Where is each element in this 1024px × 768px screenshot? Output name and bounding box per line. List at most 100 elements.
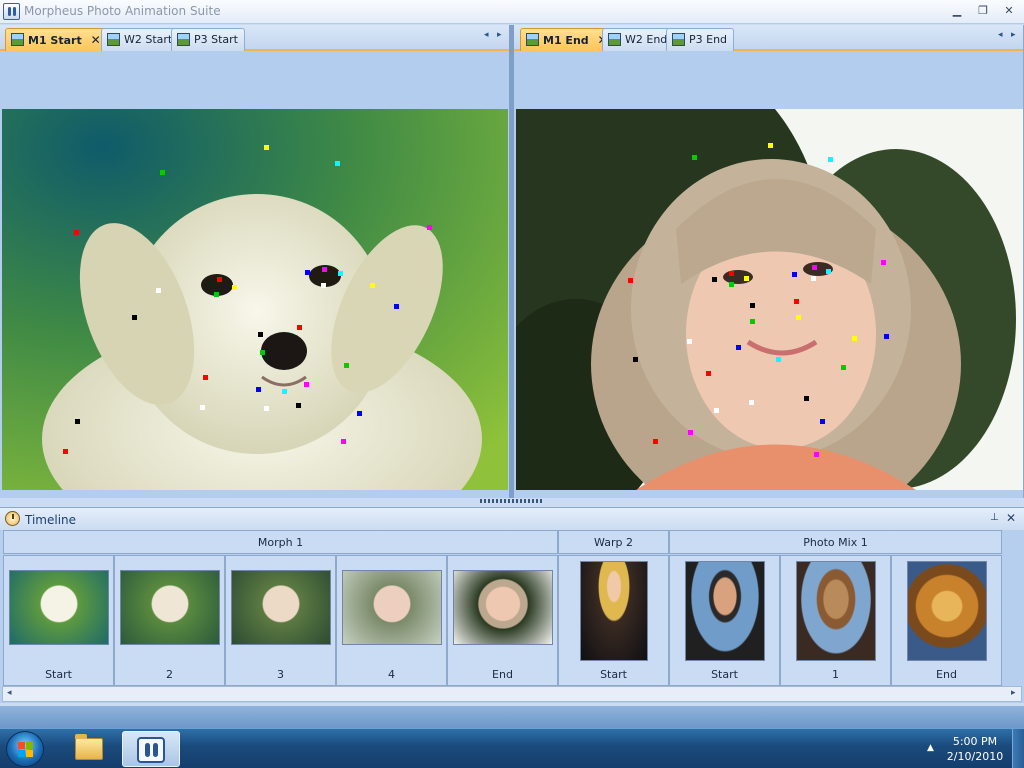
control-point[interactable] (203, 375, 208, 380)
tab-m1-end[interactable]: M1 End ✕ (520, 28, 615, 51)
control-point[interactable] (297, 325, 302, 330)
control-point[interactable] (884, 334, 889, 339)
frame-photomix-1[interactable]: 1 (780, 555, 891, 686)
app-icon[interactable] (3, 3, 20, 20)
control-point[interactable] (750, 319, 755, 324)
control-point[interactable] (296, 403, 301, 408)
tab-w2-start[interactable]: W2 Start (101, 28, 180, 51)
tabs-scroll-right-icon[interactable]: ▸ (1011, 30, 1021, 40)
girl-photo[interactable] (516, 109, 1023, 490)
frame-morph-2[interactable]: 2 (114, 555, 225, 686)
control-point[interactable] (305, 270, 310, 275)
show-desktop-button[interactable] (1012, 729, 1024, 768)
control-point[interactable] (750, 303, 755, 308)
control-point[interactable] (322, 267, 327, 272)
morpheus-taskbar-button[interactable] (122, 731, 180, 767)
control-point[interactable] (264, 145, 269, 150)
control-point[interactable] (744, 276, 749, 281)
control-point[interactable] (75, 419, 80, 424)
control-point[interactable] (217, 277, 222, 282)
control-point[interactable] (714, 408, 719, 413)
frame-morph-4[interactable]: 4 (336, 555, 447, 686)
control-point[interactable] (792, 272, 797, 277)
control-point[interactable] (232, 285, 237, 290)
control-point[interactable] (706, 371, 711, 376)
scroll-left-icon[interactable]: ◂ (7, 688, 12, 698)
group-warp-2[interactable]: Warp 2 (558, 530, 669, 554)
control-point[interactable] (687, 339, 692, 344)
control-point[interactable] (820, 419, 825, 424)
control-point[interactable] (653, 439, 658, 444)
control-point[interactable] (260, 350, 265, 355)
windows-orb-icon[interactable] (6, 731, 44, 767)
control-point[interactable] (804, 396, 809, 401)
restore-button[interactable]: ❐ (973, 3, 993, 19)
control-point[interactable] (264, 406, 269, 411)
control-point[interactable] (427, 225, 432, 230)
control-point[interactable] (370, 283, 375, 288)
frame-warp-start[interactable]: Start (558, 555, 669, 686)
control-point[interactable] (74, 230, 79, 235)
frame-photomix-end[interactable]: End (891, 555, 1002, 686)
frame-morph-end[interactable]: End (447, 555, 558, 686)
frame-morph-start[interactable]: Start (3, 555, 114, 686)
explorer-taskbar-button[interactable] (60, 731, 118, 767)
control-point[interactable] (256, 387, 261, 392)
tabs-scroll-left-icon[interactable]: ◂ (484, 30, 494, 40)
control-point[interactable] (729, 271, 734, 276)
timeline-scrollbar[interactable]: ◂ ▸ (2, 686, 1022, 702)
splitter-grip[interactable] (480, 499, 544, 503)
control-point[interactable] (828, 157, 833, 162)
control-point[interactable] (338, 271, 343, 276)
control-point[interactable] (63, 449, 68, 454)
close-icon[interactable]: ✕ (1006, 511, 1016, 525)
control-point[interactable] (814, 452, 819, 457)
tabs-scroll-left-icon[interactable]: ◂ (998, 30, 1008, 40)
tab-p3-end[interactable]: P3 End (666, 28, 735, 51)
control-point[interactable] (796, 315, 801, 320)
control-point[interactable] (628, 278, 633, 283)
tab-m1-start[interactable]: M1 Start ✕ (5, 28, 108, 51)
control-point[interactable] (729, 282, 734, 287)
scroll-right-icon[interactable]: ▸ (1011, 688, 1016, 698)
control-point[interactable] (688, 430, 693, 435)
control-point[interactable] (335, 161, 340, 166)
control-point[interactable] (200, 405, 205, 410)
control-point[interactable] (712, 277, 717, 282)
control-point[interactable] (736, 345, 741, 350)
control-point[interactable] (132, 315, 137, 320)
control-point[interactable] (344, 363, 349, 368)
control-point[interactable] (826, 269, 831, 274)
control-point[interactable] (881, 260, 886, 265)
tab-p3-start[interactable]: P3 Start (171, 28, 245, 51)
group-photo-mix-1[interactable]: Photo Mix 1 (669, 530, 1002, 554)
frame-morph-3[interactable]: 3 (225, 555, 336, 686)
control-point[interactable] (160, 170, 165, 175)
show-hidden-icons-icon[interactable]: ▲ (927, 743, 934, 753)
system-clock[interactable]: 5:00 PM 2/10/2010 (940, 734, 1010, 764)
control-point[interactable] (357, 411, 362, 416)
control-point[interactable] (811, 276, 816, 281)
control-point[interactable] (841, 365, 846, 370)
control-point[interactable] (633, 357, 638, 362)
control-point[interactable] (304, 382, 309, 387)
control-point[interactable] (812, 265, 817, 270)
control-point[interactable] (776, 357, 781, 362)
control-point[interactable] (394, 304, 399, 309)
group-morph-1[interactable]: Morph 1 (3, 530, 558, 554)
control-point[interactable] (282, 389, 287, 394)
close-tab-icon[interactable]: ✕ (91, 33, 101, 47)
control-point[interactable] (258, 332, 263, 337)
control-point[interactable] (692, 155, 697, 160)
frame-photomix-start[interactable]: Start (669, 555, 780, 686)
start-image-canvas[interactable] (0, 51, 510, 498)
control-point[interactable] (768, 143, 773, 148)
control-point[interactable] (156, 288, 161, 293)
puppy-photo[interactable] (2, 109, 508, 490)
control-point[interactable] (852, 336, 857, 341)
pin-icon[interactable]: ⊥ (990, 512, 999, 523)
tabs-scroll-right-icon[interactable]: ▸ (497, 30, 507, 40)
control-point[interactable] (749, 400, 754, 405)
tab-w2-end[interactable]: W2 End (602, 28, 675, 51)
minimize-button[interactable]: ▁ (947, 3, 967, 19)
